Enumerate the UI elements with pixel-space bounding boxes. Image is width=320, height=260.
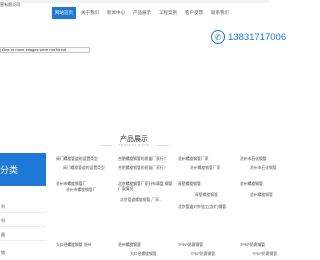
product-card[interactable]: 大口径螺旋钢管 沧州 <box>56 243 112 248</box>
title-line-right <box>157 145 169 146</box>
product-caption[interactable]: 大口径螺旋钢管 <box>130 252 157 257</box>
product-image-alt: 厚壁螺旋钢管 <box>178 182 201 186</box>
divider <box>0 240 46 241</box>
nav-cases[interactable]: 工程案例 <box>156 7 180 19</box>
nav-feedback[interactable]: 客户反馈 <box>182 7 206 19</box>
product-card[interactable]: 沧州螺旋钢管 <box>240 182 263 187</box>
divider <box>0 212 46 213</box>
product-card[interactable]: 北京螺旋钢管厂家分布满盘 钢管厂家情况 <box>118 182 174 192</box>
product-card[interactable]: 厚壁螺旋钢管 <box>178 182 201 187</box>
product-card[interactable]: 沧州螺旋钢管 <box>118 243 141 248</box>
product-caption[interactable]: 合肥螺旋钢管的质量厂家行? <box>118 166 166 171</box>
banner-area <box>0 53 269 128</box>
nav-products[interactable]: 产品展示 <box>130 7 154 19</box>
section-subtitle: PRODUCT SHOW <box>118 143 150 147</box>
phone-number[interactable]: 13831717006 <box>228 32 286 43</box>
product-image-alt: TPEP防腐钢管 <box>178 243 204 247</box>
category-item[interactable]: 器 <box>1 232 5 238</box>
product-image-alt: 沧州市螺旋钢管厂 <box>56 182 87 186</box>
product-card[interactable]: 阀门螺旋管道的设置类型 <box>56 157 98 162</box>
product-image-alt: 阀门螺旋管道的设置类型 <box>56 157 98 161</box>
product-caption[interactable]: 沧州市螺旋钢管厂 <box>66 188 96 193</box>
product-image-alt: 合肥螺旋钢管的质量厂家行? <box>118 157 166 161</box>
product-card[interactable]: 北京管道对外加工(含扩)钢管 <box>178 205 228 210</box>
product-caption[interactable]: 沧州螺旋钢管厂家 <box>190 166 220 171</box>
product-image-alt: 大口径螺旋钢管 沧州 <box>56 243 92 247</box>
company-name: 营有限公司 <box>0 2 20 7</box>
divider <box>0 226 46 227</box>
phone-icon: ✆ <box>211 30 225 44</box>
nav-contact[interactable]: 联系我们 <box>208 7 232 19</box>
product-card[interactable]: 合肥螺旋钢管的质量厂家行? <box>118 157 166 162</box>
product-image-alt: 沧州市石化钢管 <box>240 157 267 161</box>
main-nav: 网站首页 关于我们 新闻中心 产品展示 工程案例 客户反馈 联系我们 <box>52 7 234 23</box>
nav-home[interactable]: 网站首页 <box>52 7 76 19</box>
top-strip <box>0 0 269 3</box>
product-image-alt: 北京管道对外加工(含扩)钢管 <box>178 205 227 209</box>
product-caption[interactable]: 沧州螺旋钢管 <box>250 193 273 198</box>
nav-about[interactable]: 关于我们 <box>78 7 102 19</box>
product-image-alt: 沧州螺旋钢管厂家 <box>178 157 209 161</box>
category-item[interactable]: 列 <box>1 204 5 210</box>
nav-news[interactable]: 新闻中心 <box>104 7 128 19</box>
product-image-alt: 北京螺旋钢管厂家分布满盘 钢管厂家情况 <box>118 182 173 191</box>
product-caption[interactable]: 沧州市石化钢管 <box>250 166 277 171</box>
product-caption[interactable]: 北京管道螺旋钢管 厂家... <box>120 198 162 203</box>
product-card[interactable]: 沧州市螺旋钢管厂 <box>56 182 86 187</box>
product-image-alt: 沧州螺旋钢管 <box>240 182 263 186</box>
product-image-alt: TPEP防腐钢管 <box>240 243 266 247</box>
product-card[interactable]: 沧州螺旋钢管厂家 <box>178 157 208 162</box>
product-image-alt: 沧州螺旋钢管 <box>118 243 141 247</box>
category-item[interactable]: 列 <box>1 218 5 224</box>
product-caption[interactable]: 厚壁螺旋钢管 <box>195 193 218 198</box>
phone-contact: ✆ 13831717006 <box>211 30 286 44</box>
product-caption[interactable]: TPEP防腐钢管 <box>190 252 215 257</box>
product-card[interactable]: 沧州市石化钢管 <box>240 157 267 162</box>
product-card[interactable]: TPEP防腐钢管 <box>178 243 203 248</box>
product-caption[interactable]: TPEP防腐钢管 <box>252 252 277 257</box>
product-card[interactable]: TPEP防腐钢管 <box>240 243 265 248</box>
product-caption[interactable]: 阀门螺旋管道的设置类型 <box>63 166 105 171</box>
category-heading: 分类 <box>0 153 46 186</box>
category-item[interactable]: 锁 <box>1 250 5 256</box>
